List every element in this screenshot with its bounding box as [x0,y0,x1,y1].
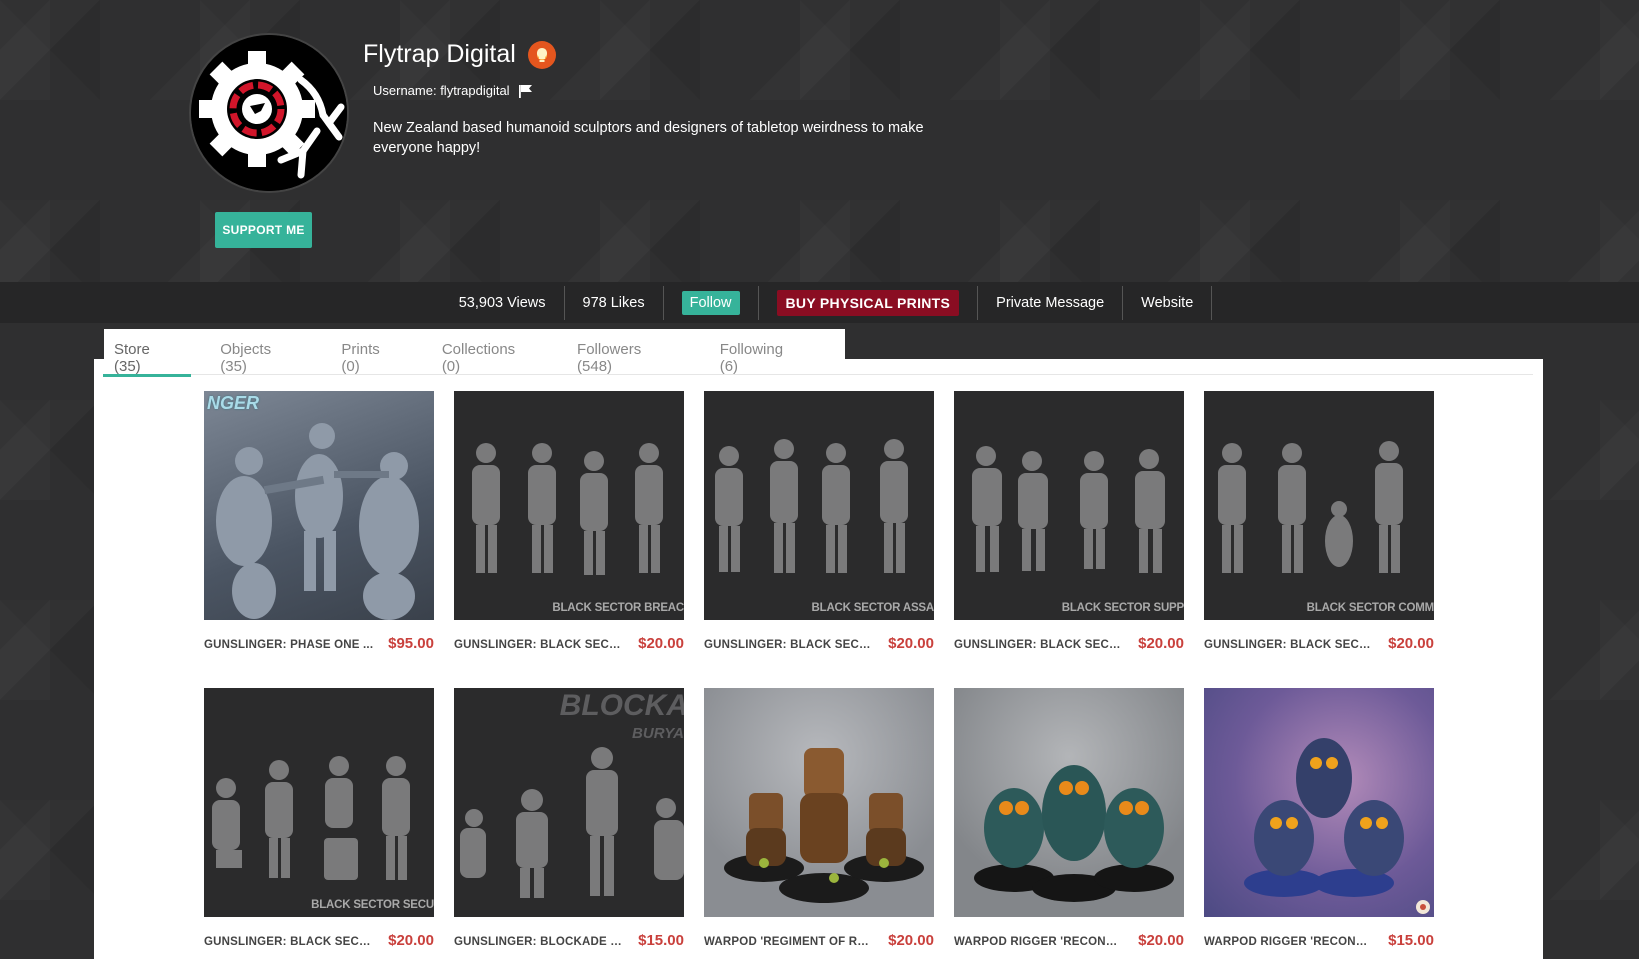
product-image-text: BLACK SECTOR SECU [311,899,434,911]
website-cell: Website [1123,285,1213,320]
product-grid: NGER GUNSLINGER: PHASE ONE ... $95.00 BL [204,391,1434,959]
tab-store[interactable]: Store (35) [102,329,192,377]
product-image[interactable] [1204,688,1434,917]
profile-bio: New Zealand based humanoid sculptors and… [373,120,924,156]
product-card[interactable]: NGER GUNSLINGER: PHASE ONE ... $95.00 [204,391,434,688]
product-image-text: BLACK SECTOR ASSA [811,602,934,614]
website-link[interactable]: Website [1141,295,1193,311]
product-price: $95.00 [388,635,434,652]
product-card[interactable]: BLOCKA BURYA GUNSLINGER: BLOCKADE 'B... … [454,688,684,959]
product-price: $20.00 [1138,932,1184,949]
tab-collections[interactable]: Collections (0) [442,329,537,375]
product-title[interactable]: GUNSLINGER: BLACK SECTO... [454,639,624,651]
tab-objects[interactable]: Objects (35) [220,329,301,375]
product-title[interactable]: WARPOD 'REGIMENT OF RU... [704,936,874,948]
avatar[interactable] [189,33,349,193]
product-price: $20.00 [888,932,934,949]
product-image[interactable] [954,688,1184,917]
profile-name: Flytrap Digital [363,40,516,68]
private-message-link[interactable]: Private Message [996,295,1104,311]
product-card[interactable]: BLACK SECTOR ASSA GUNSLINGER: BLACK SECT… [704,391,934,688]
product-image-text: BLOCKA [559,689,684,722]
name-row: Flytrap Digital [363,40,556,69]
product-card[interactable]: BLACK SECTOR SUPP GUNSLINGER: BLACK SECT… [954,391,1184,688]
product-image-text: BLACK SECTOR SUPP [1061,602,1184,614]
product-image[interactable]: BLACK SECTOR BREAC [454,391,684,620]
profile-header: SUPPORT ME Flytrap Digital Username: fly… [0,0,1639,282]
views-count: 53,903 Views [441,285,565,320]
designer-badge-icon [527,40,556,69]
product-image[interactable]: NGER [204,391,434,620]
product-image-text-block: BLOCKA BURYA [559,689,684,748]
product-image[interactable]: BLOCKA BURYA [454,688,684,917]
gear-logo-icon [191,35,347,191]
store-content: NGER GUNSLINGER: PHASE ONE ... $95.00 BL [94,359,1543,959]
prints-cell: BUY PHYSICAL PRINTS [759,285,979,320]
product-image[interactable]: BLACK SECTOR COMM [1204,391,1434,620]
product-image[interactable] [704,688,934,917]
tab-prints[interactable]: Prints (0) [341,329,401,375]
product-card[interactable]: BLACK SECTOR BREAC GUNSLINGER: BLACK SEC… [454,391,684,688]
product-image[interactable]: BLACK SECTOR ASSA [704,391,934,620]
product-title[interactable]: GUNSLINGER: BLACK SECTO... [954,639,1124,651]
profile-tabs: Store (35) Objects (35) Prints (0) Colle… [102,329,845,377]
product-title[interactable]: GUNSLINGER: PHASE ONE ... [204,639,373,651]
follow-button[interactable]: Follow [681,290,740,315]
product-title[interactable]: WARPOD RIGGER 'RECOND... [1204,936,1374,948]
product-image-text: NGER [207,393,260,413]
product-card[interactable]: WARPOD RIGGER 'RECOND... $15.00 [1204,688,1434,959]
product-image[interactable]: BLACK SECTOR SECU [204,688,434,917]
product-title[interactable]: GUNSLINGER: BLACK SECTO... [204,936,374,948]
product-title[interactable]: GUNSLINGER: BLACK SECTO... [704,639,874,651]
product-price: $20.00 [1388,635,1434,652]
report-flag-icon[interactable] [518,84,533,98]
product-card[interactable]: BLACK SECTOR SECU GUNSLINGER: BLACK SECT… [204,688,434,959]
product-price: $20.00 [638,635,684,652]
message-cell: Private Message [978,285,1124,320]
username-label: Username: flytrapdigital [373,83,510,98]
stats-bar: 53,903 Views 978 Likes Follow BUY PHYSIC… [0,282,1639,323]
product-price: $20.00 [388,932,434,949]
product-image[interactable]: BLACK SECTOR SUPP [954,391,1184,620]
product-image-text: BLACK SECTOR COMM [1306,602,1434,614]
tab-followers[interactable]: Followers (548) [577,329,680,375]
product-image-subtext: BURYA [632,725,684,742]
username-row: Username: flytrapdigital [373,83,533,98]
product-price: $20.00 [1138,635,1184,652]
product-title[interactable]: GUNSLINGER: BLACK SECTO... [1204,639,1374,651]
product-price: $15.00 [638,932,684,949]
buy-physical-prints-button[interactable]: BUY PHYSICAL PRINTS [776,289,960,316]
product-title[interactable]: GUNSLINGER: BLOCKADE 'B... [454,936,624,948]
product-price: $15.00 [1388,932,1434,949]
tab-divider [104,374,1533,375]
product-image-text: BLACK SECTOR BREAC [552,602,684,614]
product-card[interactable]: BLACK SECTOR COMM GUNSLINGER: BLACK SECT… [1204,391,1434,688]
product-card[interactable]: WARPOD RIGGER 'RECOND... $20.00 [954,688,1184,959]
product-price: $20.00 [888,635,934,652]
likes-count: 978 Likes [565,285,664,320]
support-me-button[interactable]: SUPPORT ME [215,212,312,248]
product-title[interactable]: WARPOD RIGGER 'RECOND... [954,936,1124,948]
tab-following[interactable]: Following (6) [720,329,805,375]
product-card[interactable]: WARPOD 'REGIMENT OF RU... $20.00 [704,688,934,959]
follow-cell: Follow [664,285,759,320]
